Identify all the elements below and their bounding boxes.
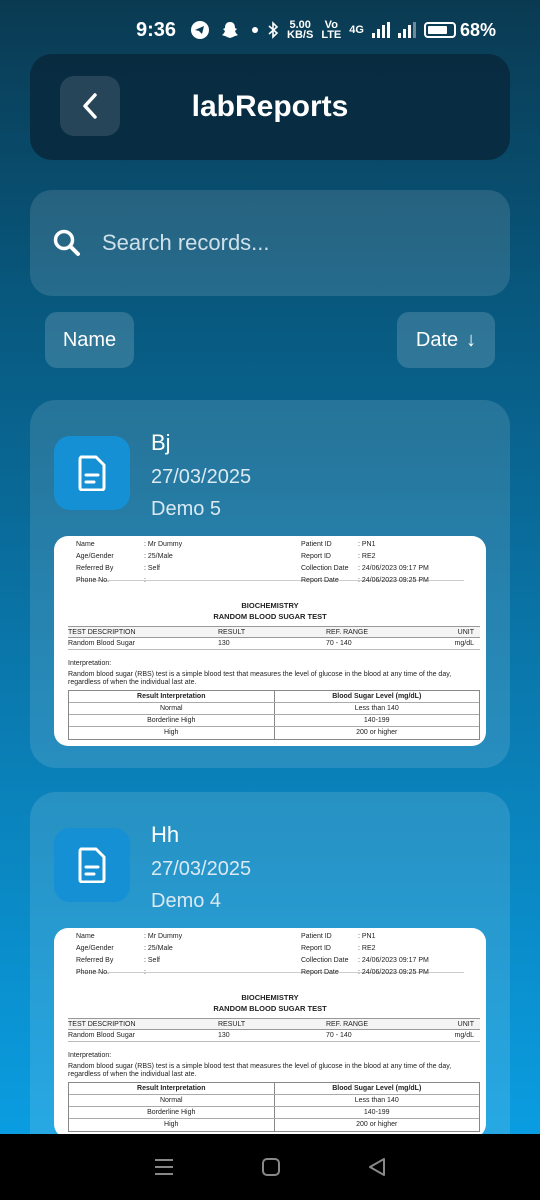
back-button[interactable] <box>60 76 120 136</box>
report-name: Bj <box>151 430 171 455</box>
battery-indicator: 68% <box>423 20 496 41</box>
status-time: 9:36 <box>136 18 177 41</box>
arrow-down-icon: ↓ <box>466 328 477 351</box>
preview-test-table: TEST DESCRIPTION RESULT REF. RANGE UNIT … <box>68 1018 480 1042</box>
preview-heading: BIOCHEMISTRY RANDOM BLOOD SUGAR TEST <box>213 993 327 1013</box>
signal-2-icon <box>397 22 416 38</box>
search-icon <box>53 229 80 256</box>
report-card[interactable]: Hh 27/03/2025 Demo 4 Name Age/Gender Ref… <box>30 792 510 1192</box>
report-preview[interactable]: Name Age/Gender Referred By Phone No. : … <box>54 536 486 746</box>
report-card[interactable]: Bj 27/03/2025 Demo 5 Name Age/Gender Ref… <box>30 400 510 768</box>
notification-dot-icon <box>252 27 259 33</box>
search-bar[interactable] <box>30 190 510 296</box>
preview-result-table: Result Interpretation Blood Sugar Level (… <box>68 1082 480 1132</box>
snapchat-icon <box>222 22 239 38</box>
report-name: Hh <box>151 822 180 847</box>
home-icon[interactable] <box>261 1157 281 1177</box>
report-date: 27/03/2025 <box>151 858 252 880</box>
search-input[interactable] <box>102 230 482 256</box>
preview-interpretation: Interpretation: Random blood sugar (RBS)… <box>68 1052 452 1078</box>
status-bar: 9:36 5.00 KB/S Vo LTE 4G 68% <box>0 0 540 60</box>
sort-date-label: Date <box>415 328 459 351</box>
preview-result-table: Result Interpretation Blood Sugar Level (… <box>68 690 480 740</box>
battery-icon <box>423 22 456 38</box>
menu-icon[interactable] <box>153 1157 175 1177</box>
report-date: 27/03/2025 <box>151 466 252 488</box>
chevron-left-icon <box>83 93 97 119</box>
volte-indicator: Vo LTE <box>321 19 342 41</box>
document-icon <box>54 828 130 902</box>
app-header: labReports <box>30 54 510 160</box>
report-subtitle: Demo 4 <box>151 890 222 912</box>
signal-icon <box>371 22 390 38</box>
document-icon <box>54 436 130 510</box>
preview-interpretation: Interpretation: Random blood sugar (RBS)… <box>68 660 452 686</box>
sort-by-name-button[interactable]: Name <box>45 312 134 368</box>
report-subtitle: Demo 5 <box>151 498 222 520</box>
sort-name-label: Name <box>62 328 117 351</box>
net-speed: 5.00 KB/S <box>287 19 314 41</box>
preview-test-table: TEST DESCRIPTION RESULT REF. RANGE UNIT … <box>68 626 480 650</box>
telegram-icon <box>191 21 210 39</box>
report-preview[interactable]: Name Age/Gender Referred By Phone No. : … <box>54 928 486 1138</box>
system-nav-bar <box>0 1134 540 1200</box>
network-type: 4G <box>349 24 364 36</box>
back-nav-icon[interactable] <box>367 1157 387 1177</box>
bluetooth-icon <box>268 21 279 39</box>
preview-heading: BIOCHEMISTRY RANDOM BLOOD SUGAR TEST <box>213 601 327 621</box>
sort-by-date-button[interactable]: Date ↓ <box>397 312 495 368</box>
